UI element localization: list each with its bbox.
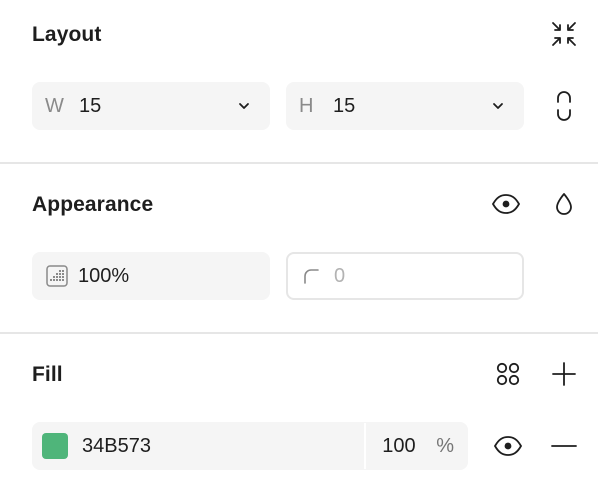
appearance-section: Appearance 100% 0 bbox=[0, 164, 598, 332]
fill-color-field[interactable]: 34B573 100 % bbox=[32, 422, 468, 470]
width-field[interactable]: W 15 bbox=[32, 82, 270, 130]
corner-radius-value: 0 bbox=[334, 264, 346, 287]
drop-icon[interactable] bbox=[546, 186, 582, 222]
appearance-title: Appearance bbox=[32, 193, 154, 216]
height-prefix: H bbox=[299, 94, 314, 117]
fill-title: Fill bbox=[32, 363, 63, 386]
layout-section: Layout W 15 H 15 bbox=[0, 0, 598, 162]
height-field[interactable]: H 15 bbox=[286, 82, 524, 130]
field-separator bbox=[364, 423, 367, 469]
opacity-value: 100% bbox=[78, 264, 130, 287]
chevron-down-icon[interactable] bbox=[230, 102, 258, 110]
corner-radius-icon bbox=[302, 267, 320, 285]
fill-section: Fill 34B573 100 % bbox=[0, 334, 598, 496]
height-value: 15 bbox=[333, 94, 356, 117]
constrain-proportions-icon[interactable] bbox=[546, 88, 582, 124]
styles-grid-icon[interactable] bbox=[490, 356, 526, 392]
color-swatch[interactable] bbox=[42, 433, 68, 459]
layout-title: Layout bbox=[32, 23, 102, 46]
opacity-icon bbox=[46, 265, 68, 287]
collapse-icon[interactable] bbox=[546, 16, 582, 52]
width-value: 15 bbox=[79, 94, 102, 117]
corner-radius-field[interactable]: 0 bbox=[286, 252, 524, 300]
chevron-down-icon[interactable] bbox=[484, 102, 512, 110]
fill-hex-value[interactable]: 34B573 bbox=[82, 435, 364, 458]
fill-opacity-unit: % bbox=[436, 434, 454, 457]
eye-icon[interactable] bbox=[490, 428, 526, 464]
width-prefix: W bbox=[45, 94, 64, 117]
fill-opacity-value[interactable]: 100 bbox=[382, 435, 436, 458]
eye-icon[interactable] bbox=[488, 186, 524, 222]
opacity-field[interactable]: 100% bbox=[32, 252, 270, 300]
minus-icon[interactable] bbox=[546, 428, 582, 464]
plus-icon[interactable] bbox=[546, 356, 582, 392]
